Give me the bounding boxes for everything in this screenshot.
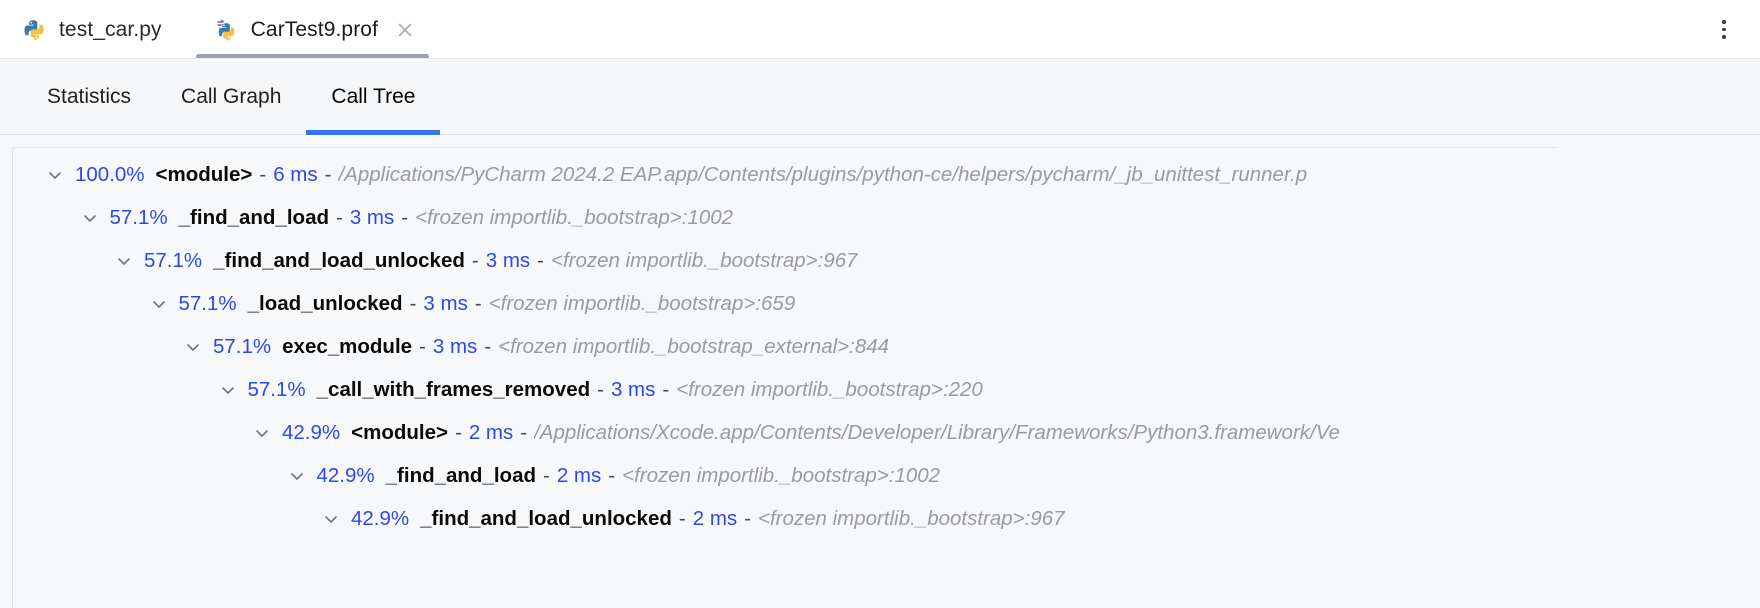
chevron-down-icon[interactable]	[319, 507, 343, 531]
editor-tab-label: CarTest9.prof	[250, 17, 379, 41]
call-tree-row-location: <frozen importlib._bootstrap>:1002	[622, 463, 941, 487]
chevron-down-icon[interactable]	[285, 464, 309, 488]
editor-tab-label: test_car.py	[59, 17, 162, 41]
call-tree[interactable]: 100.0% <module> -6 ms -/Applications/PyChar…	[12, 147, 1557, 608]
call-tree-row-time: 3 ms	[423, 291, 468, 315]
call-tree-row-location: <frozen importlib._bootstrap>:1002	[415, 205, 734, 229]
call-tree-area: 100.0% <module> -6 ms -/Applications/PyChar…	[0, 135, 1760, 608]
call-tree-row-time: 2 ms	[692, 506, 738, 530]
chevron-down-icon[interactable]	[181, 335, 205, 359]
kebab-dot	[1722, 20, 1726, 24]
call-tree-row[interactable]: 42.9% _find_and_load_unlocked -2 ms - <froze…	[13, 497, 1557, 540]
chevron-down-icon[interactable]	[216, 378, 240, 402]
call-tree-row-separator: -	[543, 463, 550, 487]
call-tree-row-function: _call_with_frames_removed	[316, 377, 591, 401]
call-tree-row-time: 3 ms	[432, 334, 478, 358]
call-tree-row-percent: 57.1%	[247, 377, 306, 401]
call-tree-row-separator: -	[597, 377, 604, 401]
call-tree-row-percent: 57.1%	[213, 334, 272, 358]
call-tree-row-function: _load_unlocked	[247, 291, 403, 315]
call-tree-row-time: 3 ms	[349, 205, 395, 229]
call-tree-row-percent: 57.1%	[178, 291, 237, 315]
call-tree-row-percent: 42.9%	[351, 506, 410, 530]
call-tree-row-percent: 42.9%	[316, 463, 375, 487]
call-tree-row-separator: -	[259, 162, 267, 186]
call-tree-row-separator: -	[471, 248, 479, 272]
kebab-dot	[1722, 35, 1726, 39]
call-tree-row-separator: -	[744, 506, 751, 530]
chevron-down-icon[interactable]	[78, 206, 102, 230]
call-tree-row[interactable]: 57.1% exec_module -3 ms - <frozen importlib.…	[13, 325, 1557, 368]
call-tree-row-time: 3 ms	[485, 248, 531, 272]
call-tree-row-time: 3 ms	[610, 377, 656, 401]
call-tree-row[interactable]: 57.1% _find_and_load_unlocked -3 ms - <froze…	[13, 239, 1557, 282]
editor-tab-test-car-py[interactable]: test_car.py	[0, 0, 188, 59]
editor-tab-cartest9-prof[interactable]: CarTest9.prof	[188, 0, 437, 59]
tab-call-tree[interactable]: Call Tree	[306, 59, 441, 135]
tab-label: Call Tree	[331, 85, 416, 108]
more-options-icon[interactable]	[1710, 16, 1738, 44]
call-tree-row-location: <frozen importlib._bootstrap>:967	[550, 248, 858, 272]
call-tree-row-percent: 57.1%	[109, 205, 168, 229]
tab-call-graph[interactable]: Call Graph	[156, 59, 306, 135]
chevron-down-icon[interactable]	[147, 292, 171, 316]
call-tree-row[interactable]: 57.1% _load_unlocked -3 ms - <frozen importl…	[13, 282, 1557, 325]
call-tree-row[interactable]: 100.0% <module> -6 ms -/Applications/PyChar…	[13, 153, 1557, 196]
kebab-dot	[1722, 27, 1726, 32]
call-tree-row-location: /Applications/Xcode.app/Contents/Develop…	[534, 420, 1341, 444]
call-tree-row-separator: -	[419, 334, 426, 358]
call-tree-row-separator: -	[537, 248, 544, 272]
call-tree-row-separator: -	[678, 506, 686, 530]
call-tree-row[interactable]: 57.1% _call_with_frames_removed -3 ms - <fro…	[13, 368, 1557, 411]
call-tree-row-separator: -	[401, 205, 409, 229]
chevron-down-icon[interactable]	[43, 163, 67, 187]
call-tree-row-separator: -	[484, 334, 492, 358]
call-tree-row-location: <frozen importlib._bootstrap>:967	[757, 506, 1065, 530]
call-tree-row[interactable]: 42.9% _find_and_load -2 ms - <frozen importl…	[13, 454, 1557, 497]
call-tree-row-separator: -	[336, 205, 343, 229]
call-tree-row-function: _find_and_load_unlocked	[213, 248, 465, 272]
call-tree-row-location: <frozen importlib._bootstrap_external>:8…	[498, 334, 890, 358]
call-tree-row-percent: 42.9%	[282, 420, 341, 444]
python-profiler-file-icon	[214, 18, 238, 42]
editor-tab-bar: test_car.py CarTest9.prof	[0, 0, 1760, 59]
call-tree-row-function: _find_and_load	[178, 205, 329, 229]
call-tree-row-function: _find_and_load	[385, 463, 536, 487]
tab-label: Call Graph	[181, 85, 282, 108]
python-file-icon	[22, 18, 46, 42]
call-tree-row-separator: -	[474, 291, 482, 315]
call-tree-row-location: <frozen importlib._bootstrap>:220	[676, 377, 983, 401]
call-tree-row-function: _find_and_load_unlocked	[420, 506, 672, 530]
chevron-down-icon[interactable]	[250, 421, 274, 445]
chevron-down-icon[interactable]	[112, 249, 136, 273]
call-tree-row-location: /Applications/PyCharm 2024.2 EAP.app/Con…	[338, 162, 1308, 186]
call-tree-row[interactable]: 42.9% <module> -2 ms -/Applications/Xcode.a…	[13, 411, 1557, 454]
call-tree-row-function: <module>	[351, 420, 448, 444]
call-tree-row-location: <frozen importlib._bootstrap>:659	[488, 291, 796, 315]
call-tree-row-separator: -	[409, 291, 417, 315]
profiler-view-tabs: Statistics Call Graph Call Tree	[0, 59, 1760, 135]
call-tree-row-time: 2 ms	[468, 420, 514, 444]
call-tree-row-separator: -	[454, 420, 462, 444]
call-tree-row[interactable]: 57.1% _find_and_load -3 ms - <frozen importl…	[13, 196, 1557, 239]
call-tree-row-separator: -	[662, 377, 670, 401]
tab-statistics[interactable]: Statistics	[22, 59, 156, 135]
call-tree-row-time: 6 ms	[273, 162, 318, 186]
call-tree-row-percent: 57.1%	[144, 248, 203, 272]
call-tree-row-separator: -	[324, 162, 332, 186]
call-tree-row-function: exec_module	[282, 334, 413, 358]
close-icon[interactable]	[395, 20, 415, 40]
call-tree-row-percent: 100.0%	[75, 162, 145, 186]
call-tree-row-time: 2 ms	[556, 463, 602, 487]
call-tree-row-separator: -	[608, 463, 616, 487]
tab-label: Statistics	[47, 85, 132, 108]
call-tree-row-separator: -	[520, 420, 528, 444]
call-tree-row-function: <module>	[155, 162, 253, 186]
